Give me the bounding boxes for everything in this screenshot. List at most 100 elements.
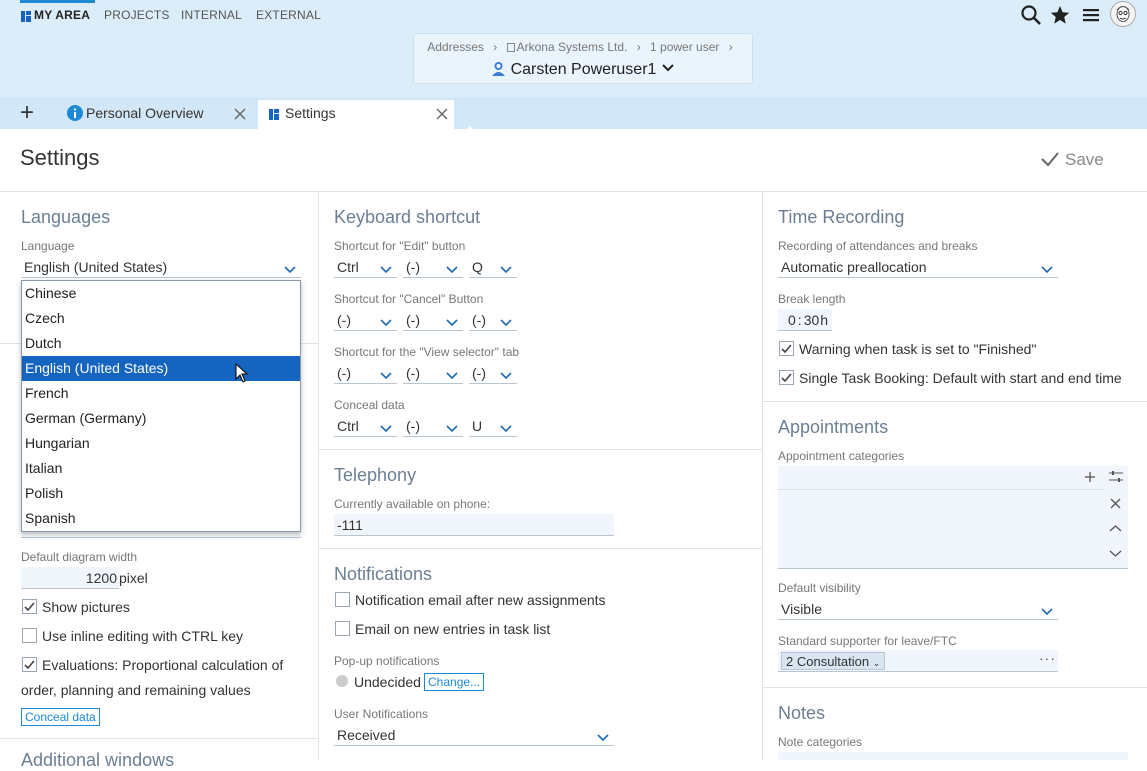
tab-personal-overview[interactable]: Personal Overview [60,100,256,129]
shortcut-value: (-) [406,312,420,328]
breadcrumb-addresses[interactable]: Addresses [427,40,484,54]
email-assignments-checkbox[interactable] [335,592,350,607]
appointment-categories-list[interactable] [778,466,1128,569]
language-option[interactable]: Polish [22,481,300,506]
chevron-down-icon[interactable] [661,60,675,78]
language-select[interactable]: English (United States) [21,256,301,278]
next-section-heading: Additional windows [21,750,175,770]
phone-input[interactable]: -111 [334,514,614,536]
supporter-label: Standard supporter for leave/FTC [778,634,957,648]
language-option[interactable]: French [22,381,300,406]
single-task-label: Single Task Booking: Default with start … [799,370,1122,386]
visibility-value: Visible [781,601,822,617]
shortcut-select[interactable]: U [469,415,517,437]
shortcut-select[interactable]: (-) [403,309,463,331]
chevron-down-icon [499,313,513,327]
add-icon[interactable] [1084,470,1096,486]
inline-editing-label: Use inline editing with CTRL key [42,628,244,644]
save-button[interactable]: Save [1040,150,1104,173]
shortcut-select[interactable]: (-) [469,362,517,384]
supporter-chip[interactable]: 2 Consultation ⌄ [781,652,886,670]
break-length-input[interactable]: 0:30h [778,309,832,331]
conceal-data-button[interactable]: Conceal data [21,708,100,726]
shortcut-select[interactable]: (-) [403,362,463,384]
shortcut-select[interactable]: (-) [334,309,397,331]
note-categories-list[interactable] [778,752,1128,760]
inline-editing-checkbox[interactable] [22,628,37,643]
move-down-icon[interactable] [1109,545,1122,561]
show-pictures-checkbox[interactable] [22,599,37,614]
shortcut-value: Q [472,259,483,275]
breadcrumb-group[interactable]: 1 power user [650,40,719,54]
change-button[interactable]: Change... [424,673,485,691]
language-option[interactable]: English (United States) [22,356,300,381]
break-unit: h [820,312,829,328]
shortcut-label: Shortcut for "Edit" button [334,239,466,253]
language-option[interactable]: Hungarian [22,431,300,456]
tab-label: Personal Overview [86,105,204,121]
nav-my-area[interactable]: MY AREA [34,8,90,22]
popup-value: Undecided [354,674,421,690]
more-icon[interactable]: ··· [1039,650,1056,666]
visibility-label: Default visibility [778,581,861,595]
remove-icon[interactable] [1110,496,1121,512]
menu-icon[interactable] [1080,4,1102,26]
appointment-categories-label: Appointment categories [778,449,905,463]
shortcut-select[interactable]: (-) [403,415,463,437]
chevron-down-icon [379,366,393,380]
evaluations-checkbox[interactable] [22,657,37,672]
language-option[interactable]: Dutch [22,331,300,356]
show-pictures-label: Show pictures [42,599,130,615]
warn-finished-label: Warning when task is set to "Finished" [799,341,1037,357]
filter-settings-icon[interactable] [1109,470,1123,486]
add-tab-button[interactable]: + [20,101,34,125]
diagram-width-input[interactable]: 1200 [21,567,119,589]
move-up-icon[interactable] [1109,520,1122,536]
close-icon[interactable] [234,107,246,123]
single-task-checkbox[interactable] [779,370,794,385]
shortcut-value: Ctrl [337,418,359,434]
evaluations-label-line2: order, planning and remaining values [21,682,251,698]
language-dropdown-list: Chinese Czech Dutch English (United States)… [21,280,301,532]
language-option[interactable]: Czech [22,306,300,331]
language-option[interactable]: Spanish [22,506,300,531]
chevron-down-icon [499,366,513,380]
language-option[interactable]: Italian [22,456,300,481]
star-icon[interactable] [1049,4,1071,26]
recording-select[interactable]: Automatic preallocation [778,256,1058,278]
warn-finished-checkbox[interactable] [779,341,794,356]
languages-heading: Languages [21,207,111,227]
shortcut-select[interactable]: (-) [469,309,517,331]
divider [0,191,1147,192]
nav-internal[interactable]: INTERNAL [181,8,242,22]
shortcut-value: (-) [337,365,351,381]
user-notifications-select[interactable]: Received [334,724,614,746]
shortcut-select[interactable]: Q [469,256,517,278]
nav-projects[interactable]: PROJECTS [104,8,170,22]
breadcrumb-company[interactable]: Arkona Systems Ltd. [517,40,628,54]
shortcut-select[interactable]: Ctrl [334,415,397,437]
email-tasklist-checkbox[interactable] [335,621,350,636]
nav-external[interactable]: EXTERNAL [256,8,321,22]
shortcut-label: Conceal data [334,398,405,412]
shortcut-value: U [472,418,483,434]
close-icon[interactable] [436,107,448,123]
tab-settings[interactable]: Settings [258,100,454,129]
telephony-heading: Telephony [334,465,417,485]
shortcut-select[interactable]: (-) [334,362,397,384]
breadcrumb-separator: › [636,40,641,54]
list-divider [778,489,1105,490]
shortcut-select[interactable]: (-) [403,256,463,278]
chevron-down-icon [445,419,459,433]
breadcrumb-current[interactable]: Carsten Poweruser1 [511,61,657,78]
search-icon[interactable] [1020,4,1042,26]
visibility-select[interactable]: Visible [778,598,1058,620]
language-option[interactable]: Chinese [22,281,300,306]
user-notifications-label: User Notifications [334,707,429,721]
phone-label: Currently available on phone: [334,497,491,511]
shortcut-select[interactable]: Ctrl [334,256,397,278]
break-hours: 0 [788,312,796,328]
avatar[interactable] [1110,1,1136,27]
user-notifications-value: Received [337,727,396,743]
language-option[interactable]: German (Germany) [22,406,300,431]
